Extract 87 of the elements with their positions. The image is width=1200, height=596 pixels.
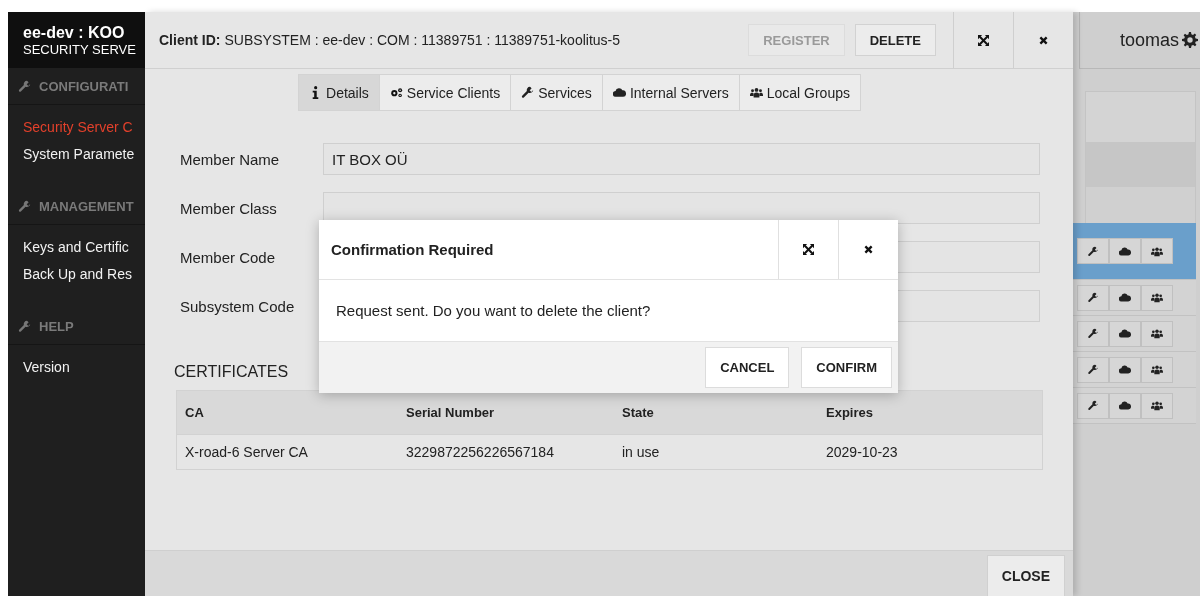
tab[interactable]: Details: [298, 74, 380, 111]
internal-servers-button[interactable]: [1109, 284, 1141, 311]
close-button[interactable]: CLOSE: [986, 555, 1065, 596]
client-row[interactable]: [1073, 223, 1196, 280]
column-header: Serial Number: [398, 390, 614, 435]
table-cell: X-road-6 Server CA: [176, 434, 398, 470]
group-icon: [1151, 328, 1163, 339]
dialog-button[interactable]: CANCEL: [705, 347, 790, 388]
dialog-title: Confirmation Required: [331, 241, 494, 258]
input-field[interactable]: [323, 192, 1040, 224]
services-button[interactable]: [1077, 320, 1109, 347]
cloud-icon: [612, 86, 626, 99]
wrench-icon: [1087, 364, 1099, 375]
local-groups-button[interactable]: [1141, 320, 1173, 347]
section-heading: CONFIGURATI: [39, 78, 129, 94]
group-icon: [749, 86, 763, 99]
tab[interactable]: Local Groups: [738, 74, 861, 111]
sidebar-item[interactable]: Keys and Certific: [23, 239, 129, 255]
wrench-icon: [521, 86, 535, 99]
internal-servers-button[interactable]: [1109, 238, 1141, 264]
local-groups-button[interactable]: [1141, 392, 1173, 419]
table-cell: 2029-10-23: [818, 434, 1043, 470]
user-menu[interactable]: toomas: [1119, 29, 1198, 51]
header-button[interactable]: DELETE: [854, 24, 936, 56]
local-groups-button[interactable]: [1141, 284, 1173, 311]
services-button[interactable]: [1077, 392, 1109, 419]
close-icon: [864, 245, 873, 254]
client-row[interactable]: [1073, 316, 1196, 352]
maximize-button[interactable]: [778, 220, 838, 279]
table-cell: 3229872256226567184: [398, 434, 614, 470]
gears-icon: [389, 86, 403, 99]
server-title: ee-dev : KOO: [23, 23, 126, 42]
client-row[interactable]: [1073, 388, 1196, 424]
dialog-button[interactable]: CONFIRM: [801, 347, 892, 388]
local-groups-button[interactable]: [1141, 356, 1173, 383]
wrench-icon: [18, 199, 31, 213]
expand-icon: [978, 34, 989, 46]
group-icon: [1151, 400, 1163, 411]
column-header: Expires: [818, 390, 1043, 435]
group-icon: [1151, 364, 1163, 375]
cloud-icon: [1119, 292, 1131, 303]
wrench-icon: [1087, 292, 1099, 303]
wrench-icon: [18, 319, 31, 333]
internal-servers-button[interactable]: [1109, 356, 1141, 383]
tab[interactable]: Service Clients: [378, 74, 512, 111]
local-groups-button[interactable]: [1141, 238, 1173, 264]
input-field[interactable]: IT BOX OÜ: [323, 143, 1040, 175]
wrench-icon: [1087, 245, 1099, 257]
maximize-button[interactable]: [953, 12, 1013, 68]
dialog-message: Request sent. Do you want to delete the client?: [336, 302, 651, 319]
section-heading: CERTIFICATES: [174, 363, 289, 381]
tab[interactable]: Internal Servers: [601, 74, 740, 111]
field-label: Subsystem Code: [180, 297, 296, 315]
column-header: State: [614, 390, 818, 435]
expand-icon: [803, 244, 814, 255]
close-icon: [1039, 35, 1048, 45]
sidebar-item[interactable]: Version: [23, 359, 70, 375]
wrench-icon: [1087, 328, 1099, 339]
gear-icon: [1182, 32, 1198, 48]
cloud-icon: [1119, 245, 1131, 257]
services-button[interactable]: [1077, 284, 1109, 311]
field-label: Member Code: [180, 248, 277, 266]
field-label: Member Class: [180, 199, 278, 217]
sidebar-item[interactable]: Security Server C: [23, 119, 133, 135]
table-cell: in use: [614, 434, 818, 470]
group-icon: [1151, 245, 1163, 257]
section-heading: HELP: [39, 318, 74, 334]
server-subtitle: SECURITY SERVE: [23, 41, 137, 57]
group-icon: [1151, 292, 1163, 303]
internal-servers-button[interactable]: [1109, 320, 1141, 347]
internal-servers-button[interactable]: [1109, 392, 1141, 419]
cloud-icon: [1119, 328, 1131, 339]
sidebar-item[interactable]: System Paramete: [23, 146, 135, 162]
services-button[interactable]: [1077, 356, 1109, 383]
wrench-icon: [18, 79, 31, 93]
dialog-title: Client ID: SUBSYSTEM : ee-dev : COM : 11389751 : 11389751-koolitus-5: [158, 31, 622, 50]
client-row[interactable]: [1073, 352, 1196, 388]
field-label: Member Name: [180, 150, 281, 168]
services-button[interactable]: [1077, 238, 1109, 264]
tab[interactable]: Services: [510, 74, 603, 111]
wrench-icon: [1087, 400, 1099, 411]
sidebar-item[interactable]: Back Up and Res: [23, 266, 132, 282]
cloud-icon: [1119, 400, 1131, 411]
section-heading: MANAGEMENT: [39, 198, 134, 214]
cloud-icon: [1119, 364, 1131, 375]
column-header: CA: [176, 390, 398, 435]
client-row[interactable]: [1073, 280, 1196, 316]
